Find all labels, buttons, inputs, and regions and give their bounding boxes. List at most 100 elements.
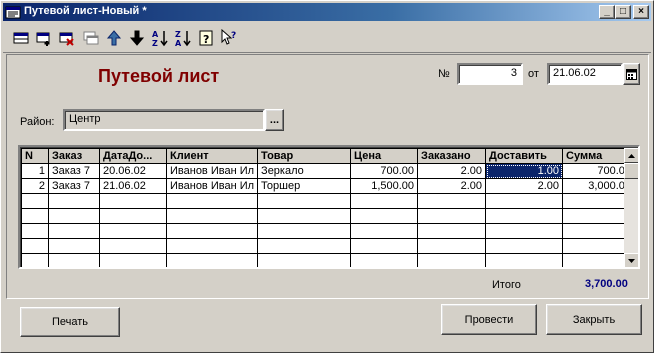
svg-text:A: A	[175, 39, 182, 47]
sort-ascending-button[interactable]: A Z	[150, 28, 170, 48]
table-cell[interactable]	[350, 253, 419, 267]
maximize-button[interactable]: □	[615, 5, 631, 19]
delete-row-button[interactable]	[57, 28, 77, 48]
table-cell[interactable]	[485, 193, 564, 209]
table-cell[interactable]: 1,500.00	[350, 178, 419, 194]
context-help-button[interactable]: ?	[219, 28, 239, 48]
table-cell[interactable]	[21, 208, 49, 224]
column-header[interactable]: Товар	[257, 148, 352, 164]
table-cell[interactable]	[485, 208, 564, 224]
table-cell[interactable]	[21, 223, 49, 239]
empty-table-row[interactable]	[21, 208, 636, 224]
table-cell[interactable]	[485, 238, 564, 254]
table-cell[interactable]	[417, 253, 487, 267]
table-cell[interactable]	[350, 238, 419, 254]
orders-table[interactable]: N Заказ ДатаДо... Клиент Товар Цена Заказано До…	[18, 145, 640, 269]
table-cell[interactable]: 700.00	[350, 163, 419, 179]
table-cell[interactable]	[165, 223, 259, 239]
table-cell[interactable]: Иванов Иван Ил	[165, 178, 259, 194]
move-down-button[interactable]	[127, 28, 147, 48]
column-header[interactable]: Цена	[350, 148, 419, 164]
calendar-button[interactable]	[623, 63, 640, 85]
table-cell[interactable]	[417, 223, 487, 239]
table-cell[interactable]	[21, 253, 49, 267]
table-cell[interactable]: 20.06.02	[99, 163, 167, 179]
table-cell[interactable]	[257, 208, 352, 224]
table-cell[interactable]	[48, 208, 100, 224]
sort-descending-button[interactable]: Z A	[173, 28, 193, 48]
empty-table-row[interactable]	[21, 223, 636, 239]
table-cell[interactable]	[417, 208, 487, 224]
table-cell[interactable]: 2	[21, 178, 49, 194]
empty-table-row[interactable]	[21, 253, 636, 267]
table-cell[interactable]	[257, 193, 352, 209]
post-button[interactable]: Провести	[441, 304, 537, 335]
table-cell[interactable]: Иванов Иван Ил	[165, 163, 259, 179]
table-cell[interactable]: Торшер	[257, 178, 352, 194]
table-cell[interactable]: 2.00	[485, 178, 564, 194]
table-cell[interactable]	[48, 238, 100, 254]
scroll-thumb[interactable]	[624, 163, 638, 179]
table-cell[interactable]: 2.00	[417, 163, 487, 179]
table-cell[interactable]	[165, 193, 259, 209]
table-row[interactable]: 1 Заказ 7 20.06.02 Иванов Иван Ил Зеркало 700…	[21, 163, 636, 179]
table-cell[interactable]: 2.00	[417, 178, 487, 194]
scroll-up-icon	[628, 153, 635, 158]
scroll-down-button[interactable]	[624, 253, 638, 267]
table-cell[interactable]: 1	[21, 163, 49, 179]
print-button[interactable]: Печать	[20, 307, 120, 337]
table-cell[interactable]	[485, 253, 564, 267]
help-button[interactable]: ?	[196, 28, 216, 48]
table-cell[interactable]	[99, 193, 167, 209]
empty-table-row[interactable]	[21, 193, 636, 209]
table-cell[interactable]	[165, 208, 259, 224]
table-cell[interactable]	[48, 223, 100, 239]
table-cell[interactable]	[350, 193, 419, 209]
district-field[interactable]: Центр	[63, 109, 265, 131]
column-header[interactable]: ДатаДо...	[99, 148, 167, 164]
table-row[interactable]: 2 Заказ 7 21.06.02 Иванов Иван Ил Торшер 1,50…	[21, 178, 636, 194]
close-button[interactable]: Закрыть	[546, 304, 642, 335]
table-cell[interactable]: Заказ 7	[48, 163, 100, 179]
table-cell[interactable]	[417, 238, 487, 254]
table-cell[interactable]	[48, 253, 100, 267]
copy-row-button[interactable]	[81, 28, 101, 48]
table-cell[interactable]	[350, 223, 419, 239]
table-cell[interactable]: 21.06.02	[99, 178, 167, 194]
table-cell[interactable]	[21, 238, 49, 254]
table-cell[interactable]	[21, 193, 49, 209]
table-cell[interactable]	[417, 193, 487, 209]
column-header[interactable]: Клиент	[165, 148, 259, 164]
table-cell[interactable]	[257, 238, 352, 254]
table-cell[interactable]	[165, 238, 259, 254]
table-cell[interactable]	[485, 223, 564, 239]
table-cell[interactable]	[165, 253, 259, 267]
move-up-button[interactable]	[104, 28, 124, 48]
new-row-button[interactable]	[11, 28, 31, 48]
empty-table-row[interactable]	[21, 238, 636, 254]
title-bar[interactable]: Путевой лист-Новый * _ □ ×	[3, 3, 651, 21]
table-cell[interactable]	[48, 193, 100, 209]
district-picker-button[interactable]: ...	[265, 109, 284, 131]
minimize-button[interactable]: _	[599, 5, 615, 19]
table-cell[interactable]	[99, 238, 167, 254]
close-window-button[interactable]: ×	[633, 5, 649, 19]
table-cell[interactable]	[257, 253, 352, 267]
table-cell[interactable]	[350, 208, 419, 224]
table-cell[interactable]	[257, 223, 352, 239]
column-header[interactable]: N	[21, 148, 49, 164]
table-cell[interactable]: 1.00	[485, 163, 564, 179]
table-cell[interactable]	[99, 223, 167, 239]
add-row-button[interactable]	[34, 28, 54, 48]
table-cell[interactable]	[99, 253, 167, 267]
vertical-scrollbar[interactable]	[624, 148, 638, 267]
number-field[interactable]: 3	[457, 63, 523, 85]
table-cell[interactable]	[99, 208, 167, 224]
column-header[interactable]: Доставить	[485, 148, 564, 164]
column-header[interactable]: Заказано	[417, 148, 487, 164]
date-field[interactable]: 21.06.02	[547, 63, 623, 85]
scroll-up-button[interactable]	[624, 148, 638, 163]
table-cell[interactable]: Зеркало	[257, 163, 352, 179]
column-header[interactable]: Заказ	[48, 148, 100, 164]
table-cell[interactable]: Заказ 7	[48, 178, 100, 194]
